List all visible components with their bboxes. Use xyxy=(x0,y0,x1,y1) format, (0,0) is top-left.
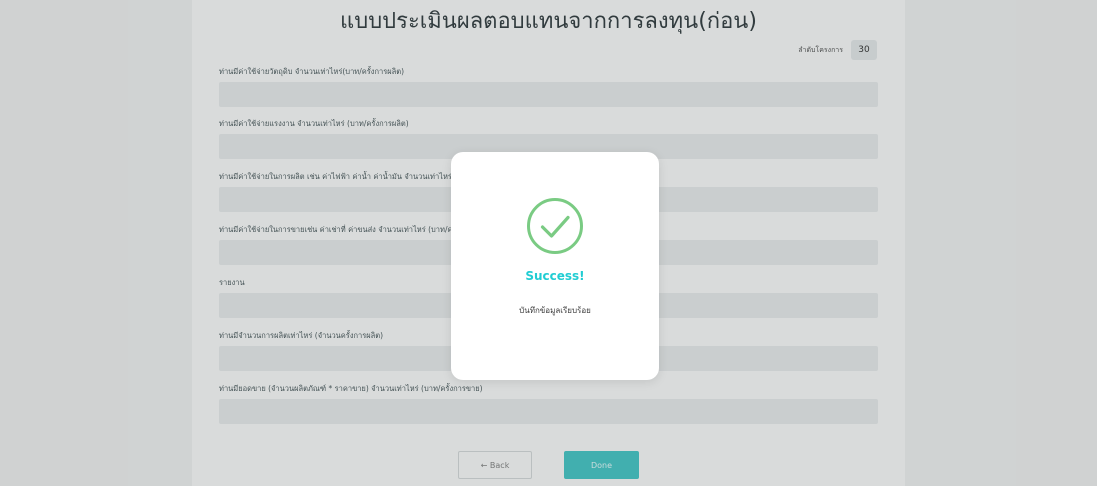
success-title: Success! xyxy=(525,269,585,283)
success-dialog: Success! บันทึกข้อมูลเรียบร้อย xyxy=(451,152,659,380)
success-message: บันทึกข้อมูลเรียบร้อย xyxy=(519,306,591,315)
check-circle-icon xyxy=(527,198,583,254)
